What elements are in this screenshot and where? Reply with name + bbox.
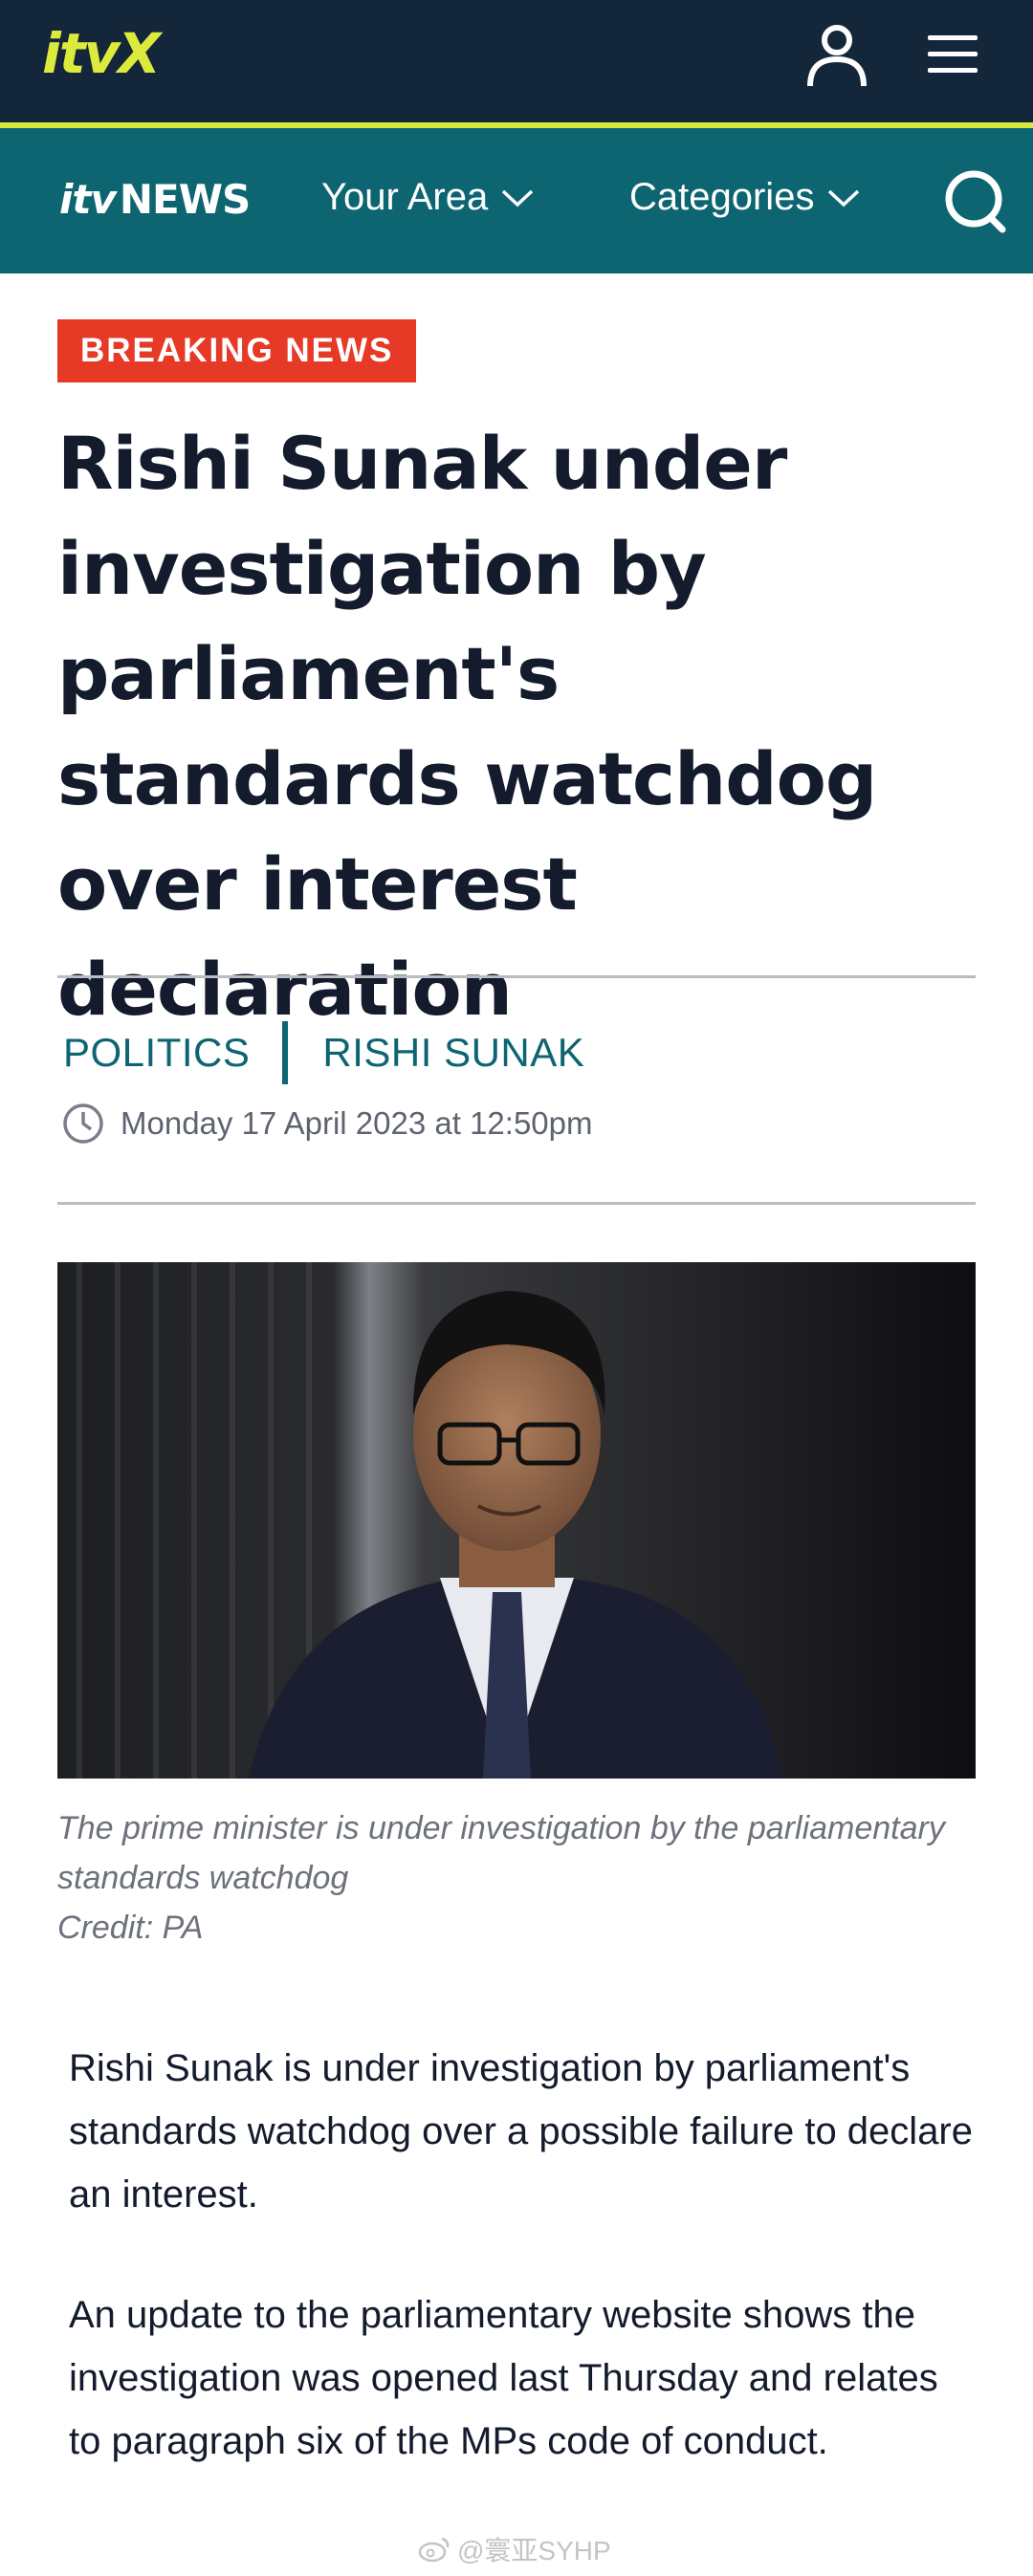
- tag-rishi-sunak[interactable]: RISHI SUNAK: [322, 1030, 584, 1076]
- article-headline: Rishi Sunak under investigation by parli…: [57, 421, 877, 1032]
- breaking-news-badge: BREAKING NEWS: [57, 319, 417, 382]
- article-paragraph: Rishi Sunak is under investigation by pa…: [69, 2047, 973, 2216]
- photo-caption: The prime minister is under investigatio…: [57, 1803, 976, 1953]
- divider: [57, 1202, 976, 1205]
- nav-your-area[interactable]: Your Area: [321, 176, 534, 219]
- itvx-top-bar: itvX: [0, 0, 1033, 128]
- caption-text: The prime minister is under investigatio…: [57, 1810, 945, 1896]
- article-dateline: Monday 17 April 2023 at 12:50pm: [61, 1102, 593, 1146]
- chevron-down-icon: [828, 189, 860, 207]
- article-photo-graphic: [57, 1262, 976, 1779]
- itv-news-logo-itv: itv: [59, 176, 117, 223]
- divider: [57, 975, 976, 978]
- chevron-down-icon: [502, 189, 534, 207]
- search-icon[interactable]: [941, 166, 1010, 235]
- account-icon[interactable]: [805, 23, 868, 90]
- news-nav-bar: itvNEWS Your Area Categories: [0, 128, 1033, 273]
- tag-separator: [282, 1021, 289, 1084]
- watermark-text: @寰亚SYHP: [457, 2536, 611, 2565]
- publish-date: Monday 17 April 2023 at 12:50pm: [121, 1105, 593, 1141]
- article-tags: POLITICS RISHI SUNAK: [63, 1019, 584, 1086]
- article-paragraph: An update to the parliamentary website s…: [69, 2294, 938, 2462]
- nav-categories[interactable]: Categories: [629, 176, 860, 219]
- itvx-logo[interactable]: itvX: [42, 21, 161, 86]
- watermark: @寰亚SYHP: [417, 2530, 611, 2568]
- itv-news-logo[interactable]: itvNEWS: [59, 176, 251, 223]
- tag-politics[interactable]: POLITICS: [63, 1030, 250, 1076]
- menu-icon[interactable]: [926, 33, 979, 76]
- caption-credit: Credit: PA: [57, 1910, 204, 1946]
- clock-icon: [63, 1103, 103, 1144]
- article-photo[interactable]: [57, 1262, 976, 1779]
- nav-categories-label: Categories: [629, 176, 815, 218]
- weibo-icon: [418, 2537, 450, 2563]
- itv-news-logo-news: NEWS: [119, 176, 251, 223]
- nav-your-area-label: Your Area: [321, 176, 489, 218]
